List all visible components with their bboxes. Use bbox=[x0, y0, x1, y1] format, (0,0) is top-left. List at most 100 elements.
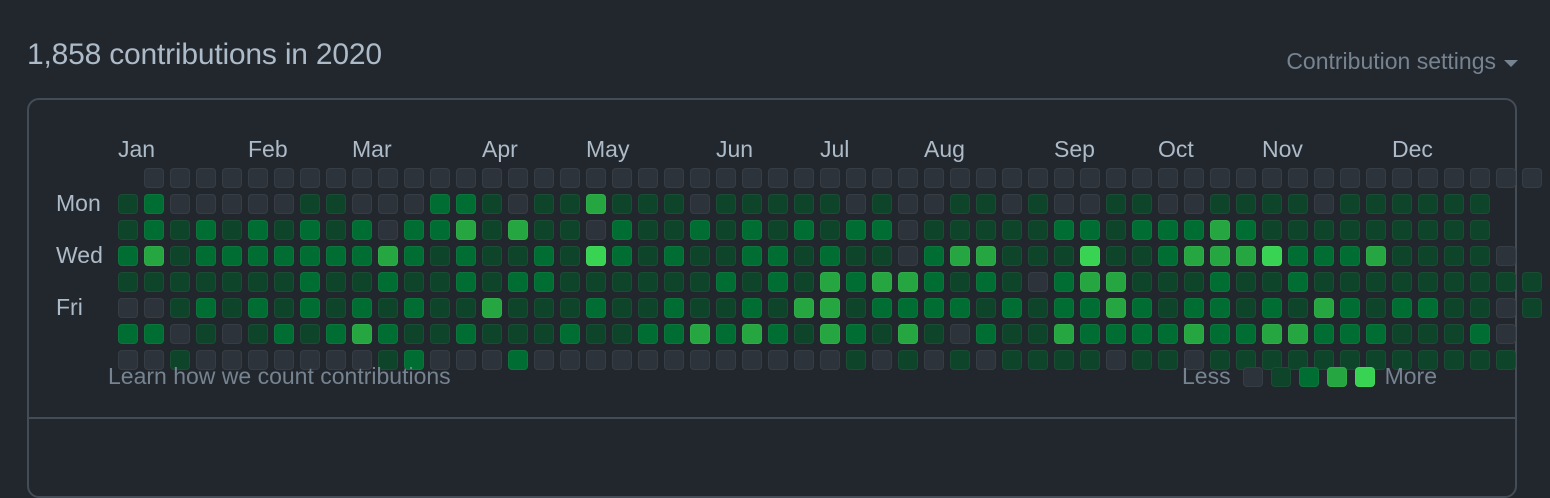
contribution-day-cell[interactable] bbox=[430, 194, 450, 214]
contribution-day-cell[interactable] bbox=[1470, 194, 1490, 214]
contribution-day-cell[interactable] bbox=[872, 246, 892, 266]
contribution-day-cell[interactable] bbox=[768, 246, 788, 266]
contribution-day-cell[interactable] bbox=[1470, 350, 1490, 370]
contribution-day-cell[interactable] bbox=[690, 298, 710, 318]
contribution-day-cell[interactable] bbox=[1522, 272, 1542, 292]
contribution-day-cell[interactable] bbox=[690, 168, 710, 188]
contribution-day-cell[interactable] bbox=[456, 220, 476, 240]
contribution-day-cell[interactable] bbox=[976, 350, 996, 370]
contribution-day-cell[interactable] bbox=[1288, 220, 1308, 240]
contribution-day-cell[interactable] bbox=[924, 324, 944, 344]
contribution-day-cell[interactable] bbox=[1236, 246, 1256, 266]
contribution-day-cell[interactable] bbox=[482, 298, 502, 318]
contribution-day-cell[interactable] bbox=[638, 220, 658, 240]
contribution-day-cell[interactable] bbox=[508, 246, 528, 266]
contribution-day-cell[interactable] bbox=[248, 298, 268, 318]
contribution-day-cell[interactable] bbox=[1314, 168, 1334, 188]
contribution-day-cell[interactable] bbox=[924, 168, 944, 188]
contribution-day-cell[interactable] bbox=[378, 324, 398, 344]
contribution-day-cell[interactable] bbox=[456, 298, 476, 318]
contribution-day-cell[interactable] bbox=[898, 194, 918, 214]
contribution-day-cell[interactable] bbox=[1132, 168, 1152, 188]
contribution-day-cell[interactable] bbox=[482, 350, 502, 370]
contribution-day-cell[interactable] bbox=[1028, 324, 1048, 344]
contribution-day-cell[interactable] bbox=[794, 220, 814, 240]
contribution-day-cell[interactable] bbox=[690, 220, 710, 240]
contribution-day-cell[interactable] bbox=[612, 350, 632, 370]
contribution-day-cell[interactable] bbox=[274, 220, 294, 240]
contribution-day-cell[interactable] bbox=[846, 324, 866, 344]
contribution-day-cell[interactable] bbox=[456, 350, 476, 370]
contribution-day-cell[interactable] bbox=[274, 272, 294, 292]
contribution-day-cell[interactable] bbox=[1288, 194, 1308, 214]
contribution-day-cell[interactable] bbox=[482, 272, 502, 292]
contribution-day-cell[interactable] bbox=[950, 168, 970, 188]
contribution-day-cell[interactable] bbox=[950, 350, 970, 370]
contribution-day-cell[interactable] bbox=[144, 220, 164, 240]
contribution-day-cell[interactable] bbox=[846, 350, 866, 370]
contribution-day-cell[interactable] bbox=[586, 246, 606, 266]
contribution-day-cell[interactable] bbox=[898, 298, 918, 318]
contribution-day-cell[interactable] bbox=[170, 272, 190, 292]
contribution-day-cell[interactable] bbox=[872, 194, 892, 214]
contribution-day-cell[interactable] bbox=[1028, 220, 1048, 240]
contribution-day-cell[interactable] bbox=[170, 168, 190, 188]
contribution-day-cell[interactable] bbox=[1392, 220, 1412, 240]
contribution-day-cell[interactable] bbox=[794, 168, 814, 188]
contribution-day-cell[interactable] bbox=[690, 324, 710, 344]
contribution-day-cell[interactable] bbox=[794, 298, 814, 318]
contribution-day-cell[interactable] bbox=[196, 272, 216, 292]
contribution-day-cell[interactable] bbox=[534, 350, 554, 370]
contribution-day-cell[interactable] bbox=[352, 246, 372, 266]
contribution-day-cell[interactable] bbox=[300, 220, 320, 240]
contribution-day-cell[interactable] bbox=[118, 246, 138, 266]
contribution-day-cell[interactable] bbox=[1418, 246, 1438, 266]
contribution-day-cell[interactable] bbox=[794, 272, 814, 292]
contribution-day-cell[interactable] bbox=[430, 168, 450, 188]
contribution-day-cell[interactable] bbox=[1340, 194, 1360, 214]
contribution-day-cell[interactable] bbox=[1262, 168, 1282, 188]
contribution-day-cell[interactable] bbox=[872, 272, 892, 292]
contribution-day-cell[interactable] bbox=[742, 194, 762, 214]
contribution-day-cell[interactable] bbox=[222, 324, 242, 344]
contribution-day-cell[interactable] bbox=[1392, 194, 1412, 214]
contribution-day-cell[interactable] bbox=[560, 194, 580, 214]
contribution-day-cell[interactable] bbox=[378, 298, 398, 318]
contribution-day-cell[interactable] bbox=[352, 220, 372, 240]
contribution-day-cell[interactable] bbox=[300, 194, 320, 214]
contribution-day-cell[interactable] bbox=[742, 220, 762, 240]
contribution-day-cell[interactable] bbox=[846, 168, 866, 188]
contribution-day-cell[interactable] bbox=[482, 194, 502, 214]
contribution-day-cell[interactable] bbox=[352, 168, 372, 188]
contribution-day-cell[interactable] bbox=[326, 298, 346, 318]
contribution-day-cell[interactable] bbox=[430, 220, 450, 240]
contribution-day-cell[interactable] bbox=[274, 324, 294, 344]
contribution-day-cell[interactable] bbox=[534, 194, 554, 214]
contribution-day-cell[interactable] bbox=[1392, 298, 1412, 318]
contribution-day-cell[interactable] bbox=[1184, 298, 1204, 318]
contribution-day-cell[interactable] bbox=[664, 220, 684, 240]
contribution-day-cell[interactable] bbox=[1158, 272, 1178, 292]
contribution-day-cell[interactable] bbox=[1496, 272, 1516, 292]
contribution-day-cell[interactable] bbox=[144, 246, 164, 266]
contribution-day-cell[interactable] bbox=[196, 220, 216, 240]
contribution-day-cell[interactable] bbox=[560, 324, 580, 344]
contribution-day-cell[interactable] bbox=[638, 194, 658, 214]
contribution-day-cell[interactable] bbox=[1314, 298, 1334, 318]
contribution-day-cell[interactable] bbox=[924, 246, 944, 266]
contribution-day-cell[interactable] bbox=[716, 220, 736, 240]
contribution-day-cell[interactable] bbox=[820, 246, 840, 266]
contribution-day-cell[interactable] bbox=[664, 272, 684, 292]
contribution-day-cell[interactable] bbox=[1418, 168, 1438, 188]
contribution-day-cell[interactable] bbox=[1262, 272, 1282, 292]
contribution-day-cell[interactable] bbox=[1106, 246, 1126, 266]
contribution-day-cell[interactable] bbox=[222, 194, 242, 214]
contribution-day-cell[interactable] bbox=[1002, 324, 1022, 344]
contribution-day-cell[interactable] bbox=[664, 298, 684, 318]
contribution-day-cell[interactable] bbox=[1470, 220, 1490, 240]
contribution-day-cell[interactable] bbox=[274, 298, 294, 318]
contribution-day-cell[interactable] bbox=[820, 194, 840, 214]
contribution-day-cell[interactable] bbox=[742, 272, 762, 292]
contribution-day-cell[interactable] bbox=[1366, 220, 1386, 240]
contribution-day-cell[interactable] bbox=[274, 168, 294, 188]
